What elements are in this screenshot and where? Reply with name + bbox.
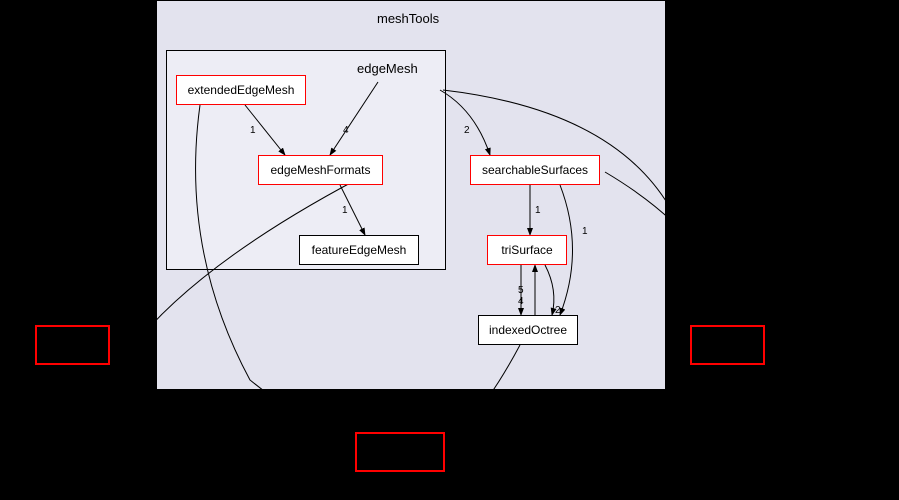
node-edgemeshformats[interactable]: edgeMeshFormats	[258, 155, 383, 185]
edge-label-8: 4	[518, 296, 524, 307]
edge-label-4: 1	[342, 205, 348, 216]
node-extendededgemesh[interactable]: extendedEdgeMesh	[176, 75, 306, 105]
node-edgemeshformats-label: edgeMeshFormats	[270, 163, 370, 177]
node-featureedgemesh[interactable]: featureEdgeMesh	[299, 235, 419, 265]
node-searchablesurfaces-label: searchableSurfaces	[482, 163, 588, 177]
edge-label-3: 2	[464, 125, 470, 136]
edge-label-5: 1	[535, 205, 541, 216]
edge-label-1: 1	[250, 125, 256, 136]
node-featureedgemesh-label: featureEdgeMesh	[312, 243, 407, 257]
edge-label-6: 1	[582, 226, 588, 237]
node-indexedoctree-label: indexedOctree	[489, 323, 567, 337]
edge-label-2: 4	[343, 125, 349, 136]
container-meshtools-label: meshTools	[377, 11, 439, 26]
edge-label-7: 5	[518, 285, 524, 296]
edge-label-9: 2	[555, 305, 561, 316]
edge-label-10: 1	[672, 315, 678, 326]
node-hidden-bottom[interactable]	[355, 432, 445, 472]
node-trisurface[interactable]: triSurface	[487, 235, 567, 265]
node-hidden-left[interactable]	[35, 325, 110, 365]
node-hidden-right[interactable]	[690, 325, 765, 365]
node-searchablesurfaces[interactable]: searchableSurfaces	[470, 155, 600, 185]
container-edgemesh-label: edgeMesh	[357, 61, 418, 76]
node-extendededgemesh-label: extendedEdgeMesh	[188, 83, 295, 97]
node-indexedoctree[interactable]: indexedOctree	[478, 315, 578, 345]
node-trisurface-label: triSurface	[501, 243, 552, 257]
